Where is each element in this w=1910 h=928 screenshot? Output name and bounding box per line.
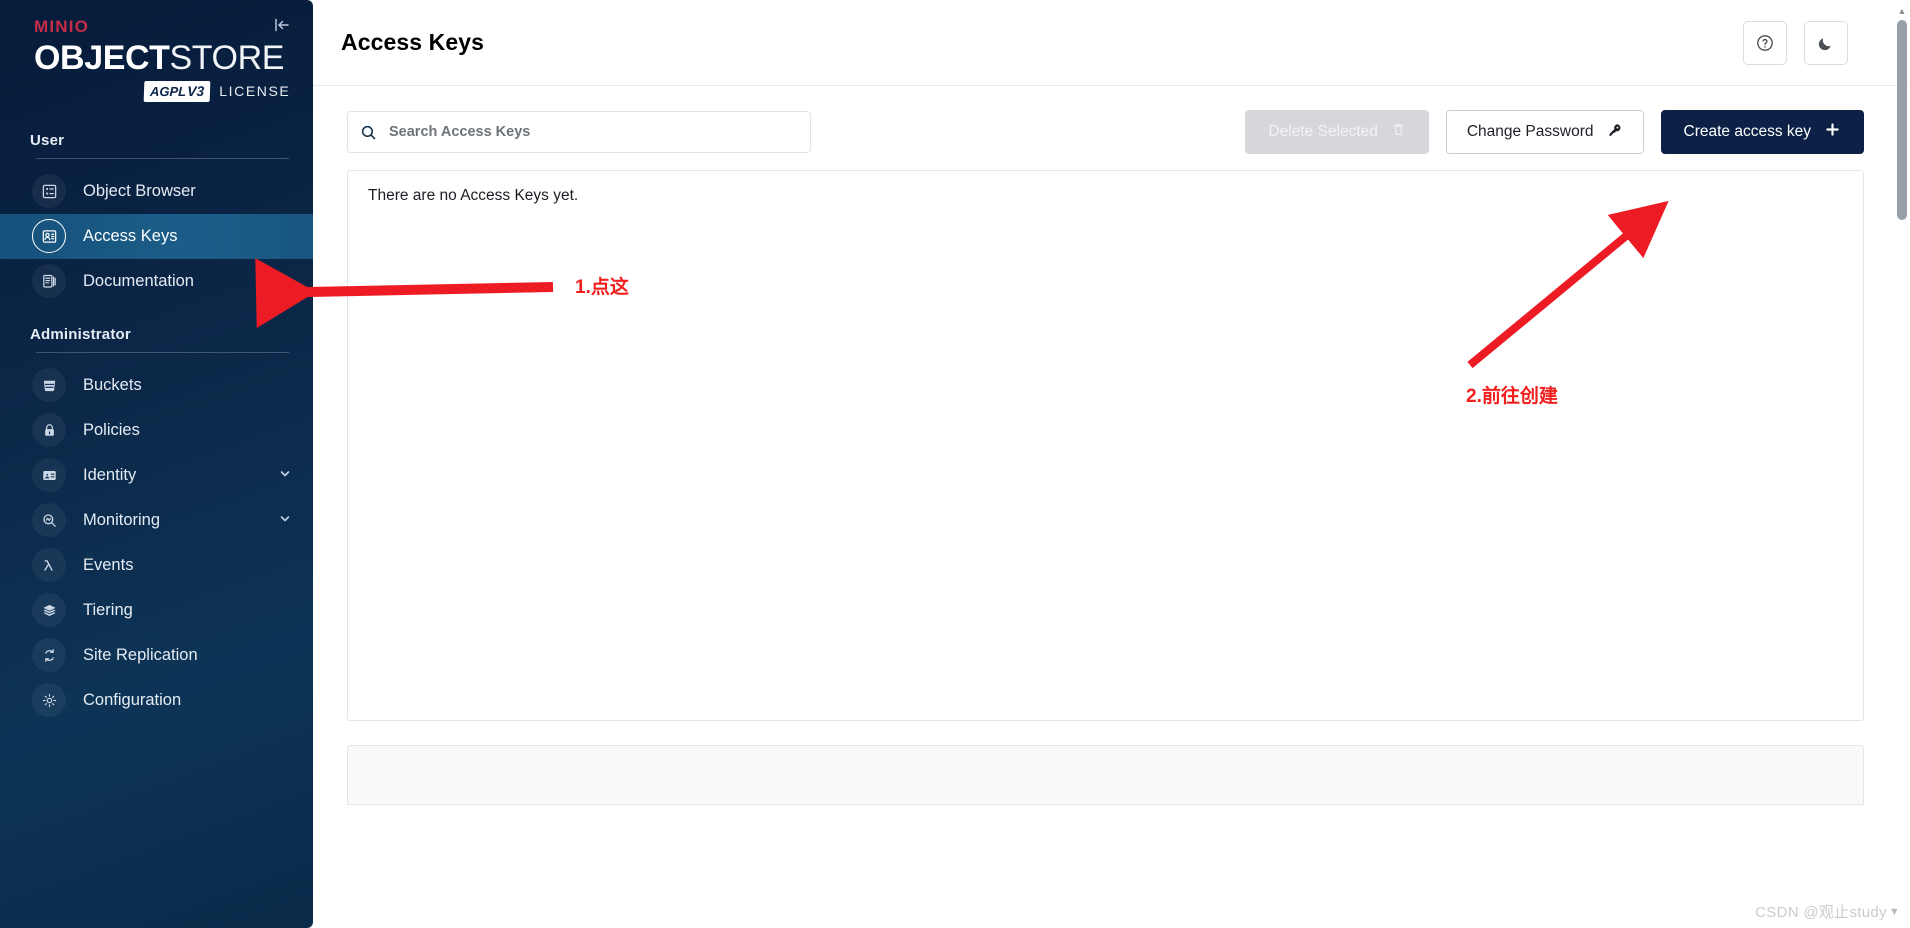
create-access-key-button[interactable]: Create access key [1660, 110, 1864, 154]
sidebar: MINIO OBJECTSTORE AGPL V3 LICENSE User O… [0, 0, 313, 928]
caret-down-icon: ▼ [1888, 905, 1900, 918]
gear-icon [32, 683, 66, 718]
sidebar-item-label: Access Keys [83, 226, 178, 245]
create-access-key-label: Create access key [1683, 123, 1812, 140]
sidebar-item-monitoring[interactable]: Monitoring [0, 498, 313, 543]
scrollbar-thumb[interactable] [1897, 20, 1907, 220]
help-circle-icon[interactable] [1743, 20, 1787, 65]
sidebar-item-label: Site Replication [83, 645, 198, 664]
trash-icon [1391, 122, 1406, 142]
moon-icon[interactable] [1804, 20, 1848, 65]
chevron-down-icon[interactable] [279, 468, 291, 483]
sidebar-item-events[interactable]: Events [0, 543, 313, 588]
change-password-button[interactable]: Change Password [1445, 110, 1644, 154]
sidebar-item-site-replication[interactable]: Site Replication [0, 633, 313, 678]
scroll-up-arrow-icon[interactable]: ▲ [1896, 6, 1908, 16]
minio-console-page: MINIO OBJECTSTORE AGPL V3 LICENSE User O… [0, 0, 1910, 928]
lock-icon [32, 413, 66, 448]
sidebar-item-label: Object Browser [83, 181, 196, 200]
sidebar-item-policies[interactable]: Policies [0, 408, 313, 453]
license-label: LICENSE [219, 83, 291, 100]
license-row: AGPL V3 LICENSE [34, 80, 313, 102]
lambda-icon [32, 548, 66, 583]
sidebar-item-documentation[interactable]: Documentation [0, 259, 313, 304]
plus-icon [1824, 121, 1841, 143]
main-content: Access Keys Search Access Keys Delete Se… [313, 0, 1910, 928]
sidebar-item-label: Buckets [83, 375, 142, 394]
agpl-badge-text: AGPL [149, 83, 187, 99]
sidebar-item-label: Policies [83, 420, 140, 439]
delete-selected-button[interactable]: Delete Selected [1245, 110, 1429, 154]
toolbar-buttons: Delete Selected Change Password Create a… [1245, 110, 1864, 154]
access-keys-icon [32, 219, 66, 254]
access-keys-panel: There are no Access Keys yet. [347, 170, 1864, 721]
sidebar-item-label: Documentation [83, 271, 194, 290]
header-actions [1743, 20, 1848, 65]
delete-selected-label: Delete Selected [1268, 123, 1378, 140]
sidebar-item-object-browser[interactable]: Object Browser [0, 169, 313, 214]
identity-card-icon [32, 458, 66, 493]
documentation-icon [32, 264, 66, 299]
bucket-icon [32, 368, 66, 403]
page-header: Access Keys [313, 0, 1910, 86]
sidebar-item-label: Configuration [83, 690, 182, 709]
sidebar-item-label: Tiering [83, 600, 133, 619]
collapse-left-icon[interactable] [271, 14, 293, 36]
agpl-badge-version: V3 [186, 82, 205, 99]
empty-state-message: There are no Access Keys yet. [368, 187, 579, 204]
sidebar-section-title-user: User [30, 131, 65, 149]
product-name-bold: OBJECT [34, 39, 170, 77]
agpl-badge: AGPL V3 [143, 80, 211, 102]
sidebar-item-access-keys[interactable]: Access Keys [0, 213, 313, 259]
sidebar-divider [36, 351, 289, 353]
sidebar-logo: MINIO OBJECTSTORE AGPL V3 LICENSE [0, 0, 313, 102]
watermark: CSDN @观止study ▼ [1755, 901, 1900, 922]
sidebar-item-label: Events [83, 555, 134, 574]
monitoring-icon [32, 503, 66, 538]
search-input[interactable] [389, 124, 798, 140]
layers-icon [32, 593, 66, 628]
change-password-label: Change Password [1466, 123, 1594, 140]
toolbar: Delete Selected Change Password [313, 86, 1910, 154]
sidebar-section-title-administrator: Administrator [30, 325, 131, 343]
sidebar-item-buckets[interactable]: Buckets [0, 363, 313, 408]
sidebar-section-administrator: Administrator Buckets Policies Identity … [0, 326, 313, 723]
watermark-text: CSDN @观止study [1755, 904, 1887, 921]
sidebar-section-user: User Object Browser Access Keys Document… [0, 132, 313, 304]
key-icon [1607, 122, 1623, 143]
search-icon [360, 124, 377, 141]
sidebar-item-tiering[interactable]: Tiering [0, 588, 313, 633]
secondary-panel [347, 745, 1864, 805]
vertical-scrollbar[interactable]: ▲ [1896, 6, 1908, 922]
sidebar-divider [36, 157, 289, 159]
sidebar-item-configuration[interactable]: Configuration [0, 678, 313, 723]
object-browser-icon [32, 174, 66, 209]
replication-icon [32, 638, 66, 673]
sidebar-item-label: Identity [83, 465, 137, 484]
search-access-keys-field[interactable] [347, 111, 811, 153]
sidebar-item-label: Monitoring [83, 510, 161, 529]
product-name: OBJECTSTORE [34, 41, 313, 76]
chevron-down-icon[interactable] [279, 513, 291, 528]
product-name-thin: STORE [169, 39, 285, 77]
page-title: Access Keys [341, 29, 485, 55]
sidebar-item-identity[interactable]: Identity [0, 453, 313, 498]
